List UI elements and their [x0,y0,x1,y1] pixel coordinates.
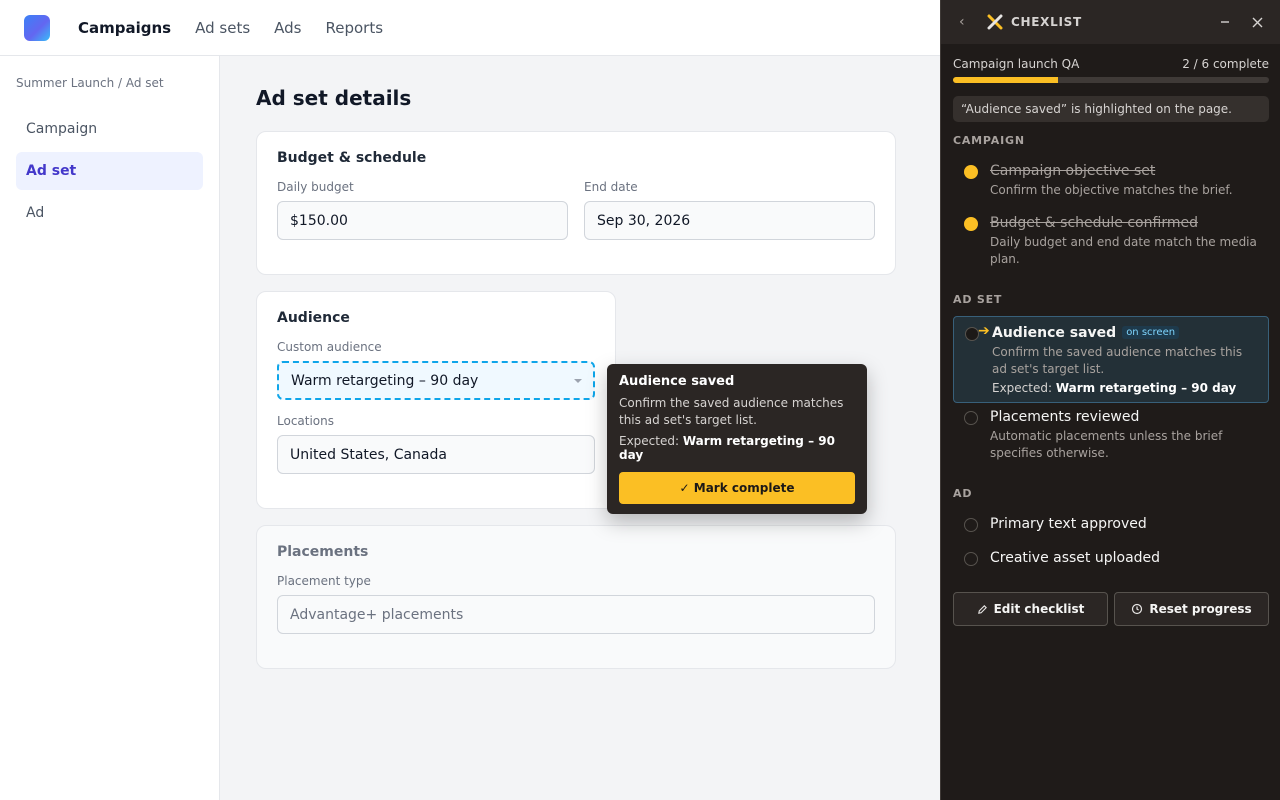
placements-card: Placements Placement type Advantage+ pla… [256,525,896,669]
task-audience-saved[interactable]: ➔ Audience saved on screen Confirm the sa… [953,316,1269,403]
daily-budget-input[interactable]: $150.00 [277,201,568,240]
end-date-label: End date [584,180,638,194]
chexlist-logo-icon [987,14,1003,30]
progress-bar [953,77,1269,83]
custom-audience-label: Custom audience [277,340,382,354]
task-budget-schedule[interactable]: Budget & schedule confirmed Daily budget… [953,207,1269,276]
panel-brand: CHEXLIST [1011,15,1082,29]
sidebar-item-campaign[interactable]: Campaign [16,110,203,148]
app-logo[interactable] [24,14,50,41]
back-chevron-icon[interactable]: ‹ [959,14,975,30]
tooltip-expected: Expected: Warm retargeting – 90 day [619,434,855,462]
unchecked-icon[interactable] [964,518,978,532]
task-description: Automatic placements unless the brief sp… [990,429,1223,460]
progress-count: 2 / 6 complete [1182,57,1269,71]
reset-clock-icon [1132,603,1143,615]
nav-ad-sets[interactable]: Ad sets [195,19,250,37]
progress-title: Campaign launch QA [953,57,1080,71]
checked-icon[interactable] [964,165,978,179]
locations-input[interactable]: United States, Canada [277,435,595,474]
expected-value: Warm retargeting – 90 day [1055,381,1237,395]
checked-icon[interactable] [964,217,978,231]
page-title: Ad set details [256,86,412,110]
section-campaign: CAMPAIGN [953,134,1025,147]
task-title: Creative asset uploaded [990,550,1161,566]
expected-prefix: Expected: [992,381,1053,395]
edit-checklist-label: Edit checklist [993,602,1085,616]
close-icon[interactable] [1246,11,1268,33]
edit-checklist-button[interactable]: Edit checklist [953,592,1108,626]
progress-row: Campaign launch QA 2 / 6 complete [953,57,1269,71]
on-screen-badge: on screen [1122,326,1180,339]
task-expected: Expected: Warm retargeting – 90 day [992,381,1258,395]
sidebar: Summer Launch / Ad set Campaign Ad set A… [0,56,220,800]
custom-audience-select[interactable]: Warm retargeting – 90 day [277,361,595,400]
task-title-text: Audience saved [992,325,1117,341]
daily-budget-label: Daily budget [277,180,354,194]
placement-type-input[interactable]: Advantage+ placements [277,595,875,634]
task-title: Campaign objective set [990,163,1156,179]
task-title: Budget & schedule confirmed [990,215,1198,231]
sidebar-item-ad-set[interactable]: Ad set [16,152,203,190]
task-primary-text[interactable]: Primary text approved [953,508,1269,540]
mark-complete-button[interactable]: ✓ Mark complete [619,472,855,504]
nav-campaigns[interactable]: Campaigns [78,19,171,37]
end-date-input[interactable]: Sep 30, 2026 [584,201,875,240]
task-description: Confirm the objective matches the brief. [990,183,1233,197]
unchecked-icon[interactable] [964,552,978,566]
audience-card: Audience Custom audience Warm retargetin… [256,291,616,509]
placements-card-title: Placements [277,544,369,560]
top-nav-bar: Campaigns Ad sets Ads Reports [0,0,940,56]
task-title: Audience saved on screen [992,325,1258,341]
checklist-panel: ‹ CHEXLIST Campaign launch QA 2 / 6 comp… [940,0,1280,800]
task-description: Daily budget and end date match the medi… [990,235,1257,266]
section-ad: AD [953,487,973,500]
task-title: Primary text approved [990,516,1147,532]
pencil-icon [977,604,987,614]
minimize-icon[interactable] [1214,11,1236,33]
tooltip-description: Confirm the saved audience matches this … [619,396,844,427]
task-creative-asset[interactable]: Creative asset uploaded [953,542,1269,574]
locations-label: Locations [277,414,335,428]
guide-tooltip: Audience saved Confirm the saved audienc… [607,364,867,514]
section-ad-set: AD SET [953,293,1003,306]
progress-bar-fill [953,77,1059,83]
highlight-notice: “Audience saved” is highlighted on the p… [953,96,1269,122]
chevron-down-icon [574,379,582,383]
nav-ads[interactable]: Ads [274,19,301,37]
task-description: Confirm the saved audience matches this … [992,345,1243,376]
unchecked-icon[interactable] [965,327,979,341]
panel-header: ‹ CHEXLIST [941,0,1280,44]
placement-type-label: Placement type [277,574,371,588]
budget-schedule-card: Budget & schedule Daily budget $150.00 E… [256,131,896,275]
task-placements-reviewed[interactable]: Placements reviewed Automatic placements… [953,401,1269,470]
tooltip-title: Audience saved [619,374,735,389]
reset-progress-label: Reset progress [1149,602,1252,616]
tooltip-expected-prefix: Expected: [619,434,680,448]
arrow-right-icon: ➔ [978,323,990,339]
budget-card-title: Budget & schedule [277,150,427,166]
sidebar-item-ad[interactable]: Ad [16,194,203,232]
reset-progress-button[interactable]: Reset progress [1114,592,1269,626]
audience-card-title: Audience [277,310,350,326]
nav-reports[interactable]: Reports [325,19,383,37]
custom-audience-value: Warm retargeting – 90 day [291,372,479,389]
unchecked-icon[interactable] [964,411,978,425]
breadcrumb: Summer Launch / Ad set [16,76,164,90]
task-title: Placements reviewed [990,409,1140,425]
task-campaign-objective[interactable]: Campaign objective set Confirm the objec… [953,155,1269,207]
